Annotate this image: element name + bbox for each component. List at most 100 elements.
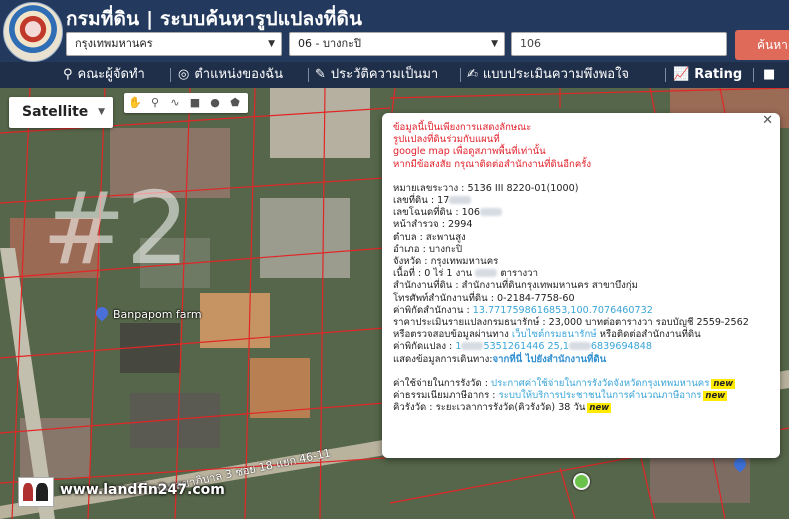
- redacted-blur: [479, 208, 502, 217]
- route-link[interactable]: จากที่นี่ ไปยังสำนักงานที่ดิน: [493, 354, 607, 365]
- hand-pan-icon[interactable]: ✋: [127, 95, 143, 111]
- polyline-tool-icon[interactable]: ∿: [167, 95, 183, 111]
- drawing-toolbar: ✋ ⚲ ∿ ■ ● ⬟: [124, 93, 248, 113]
- square-icon: ■: [763, 67, 776, 82]
- edit-form-icon: ✍: [467, 67, 478, 82]
- warning-line: ข้อมูลนี้เป็นเพียงการแสดงลักษณะ: [393, 122, 532, 133]
- nav-item-label: ตำแหน่งของฉัน: [194, 67, 284, 82]
- pen-icon: ✎: [315, 67, 326, 82]
- nav-separator: [460, 68, 461, 82]
- redacted-blur: [568, 342, 591, 351]
- rectangle-tool-icon[interactable]: ■: [187, 95, 203, 111]
- new-badge: new: [703, 391, 728, 402]
- nav-separator: [308, 68, 309, 82]
- map-sheet: หมายเลขระวาง : 5136 III 8220-01(1000): [393, 182, 579, 194]
- queue-text: คิวรังวัด : ระยะเวลาการรังวัด(คิวรังวัด)…: [393, 402, 586, 414]
- chevron-down-icon: ▼: [491, 39, 498, 49]
- route-info: แสดงข้อมูลการเดินทาง:จากที่นี่ ไปยังสำนั…: [393, 354, 771, 366]
- fee-label: ค่าใช้จ่ายในการรังวัด :: [393, 377, 488, 389]
- parcel-info-popup: ✕ ข้อมูลนี้เป็นเพียงการแสดงลักษณะ รูปแปล…: [382, 113, 780, 458]
- polygon-tool-icon[interactable]: ⬟: [227, 95, 243, 111]
- parcel-marker-icon[interactable]: [573, 473, 590, 490]
- nav-item-rating[interactable]: 📈 Rating: [673, 62, 742, 88]
- deed-number-text: เลขโฉนดที่ดิน : 106: [393, 207, 480, 219]
- close-icon[interactable]: ✕: [762, 114, 773, 127]
- land-office: สำนักงานที่ดิน : สำนักงานที่ดินกรุงเทพมห…: [393, 280, 638, 292]
- route-prefix: แสดงข้อมูลการเดินทาง:: [393, 353, 493, 365]
- warning-line: รูปแปลงที่ดินร่วมกับแผนที่: [393, 134, 500, 146]
- office-coord-link[interactable]: 13.7717598616853,100.7076460732: [473, 305, 653, 316]
- land-number: เลขที่ดิน : 17: [393, 195, 771, 207]
- nav-item-survey[interactable]: ✍ แบบประเมินความพึงพอใจ: [467, 62, 629, 88]
- parcel-number-input[interactable]: 106: [511, 32, 727, 56]
- district-select[interactable]: 06 - บางกะปิ ▼: [289, 32, 505, 56]
- team-icon: ⚲: [63, 67, 73, 82]
- chart-icon: 📈: [673, 67, 690, 82]
- office-coord-label: ค่าพิกัดสำนักงาน :: [393, 304, 470, 316]
- district-select-value: 06 - บางกะปิ: [298, 37, 362, 50]
- map-pin-icon: [93, 304, 111, 322]
- province: จังหวัด : กรุงเทพมหานคร: [393, 256, 499, 268]
- parcel-coord-link[interactable]: 6839694848: [591, 341, 652, 352]
- fee-link[interactable]: ประกาศค่าใช้จ่ายในการรังวัดจังหวัดกรุงเท…: [491, 378, 709, 389]
- site-logo-icon: [18, 477, 54, 507]
- map-type-select[interactable]: Satellite ▼: [9, 97, 113, 128]
- price-assessment: ราคาประเมินรายแปลงกรมธนารักษ์ : 23,000 บ…: [393, 317, 749, 329]
- nav-item-label: Rating: [694, 67, 743, 82]
- office-coordinates: ค่าพิกัดสำนักงาน : 13.7717598616853,100.…: [393, 305, 771, 317]
- site-url: www.landfin247.com: [60, 482, 225, 498]
- nav-item-team[interactable]: ⚲ คณะผู้จัดทำ: [63, 62, 145, 88]
- redacted-blur: [461, 342, 484, 351]
- circle-tool-icon[interactable]: ●: [207, 95, 223, 111]
- warning-line: หากมีข้อสงสัย กรุณาติดต่อสำนักงานที่ดินอ…: [393, 158, 592, 170]
- land-number-text: เลขที่ดิน : 17: [393, 195, 450, 207]
- department-logo-icon: [3, 2, 63, 62]
- marker-tool-icon[interactable]: ⚲: [147, 95, 163, 111]
- search-button[interactable]: ค้นหา: [735, 30, 789, 60]
- new-badge: new: [711, 378, 736, 389]
- deed-number: เลขโฉนดที่ดิน : 106: [393, 207, 771, 219]
- survey-queue: คิวรังวัด : ระยะเวลาการรังวัด(คิวรังวัด)…: [393, 402, 771, 414]
- nav-separator: [170, 68, 171, 82]
- subdistrict: ตำบล : สะพานสูง: [393, 231, 466, 243]
- tax-link[interactable]: ระบบให้บริการประชาชนในการคำนวณภาษีอากร: [499, 390, 702, 401]
- province-select-value: กรุงเทพมหานคร: [75, 37, 153, 50]
- new-badge: new: [587, 403, 612, 414]
- chevron-down-icon: ▼: [98, 107, 105, 117]
- parcel-coord-label: ค่าพิกัดแปลง :: [393, 341, 453, 353]
- nav-item-more[interactable]: ■: [763, 62, 780, 88]
- tax-label: ค่าธรรมเนียมภาษีอากร :: [393, 390, 496, 402]
- page-title: กรมที่ดิน | ระบบค้นหารูปแปลงที่ดิน: [66, 8, 363, 30]
- nav-separator: [753, 68, 754, 82]
- area-suffix: ตารางวา: [500, 268, 538, 280]
- survey-page: หน้าสำรวจ : 2994: [393, 219, 473, 231]
- check-prefix: หรือตรวจสอบข้อมูลผ่านทาง: [393, 329, 509, 341]
- map-type-value: Satellite: [22, 104, 89, 120]
- nav-item-history[interactable]: ✎ ประวัติความเป็นมา: [315, 62, 438, 88]
- nav-item-my-location[interactable]: ◎ ตำแหน่งของฉัน: [178, 62, 283, 88]
- main-nav: ⚲ คณะผู้จัดทำ ◎ ตำแหน่งของฉัน ✎ ประวัติความ…: [0, 62, 789, 88]
- area: เนื้อที่ : 0 ไร่ 1 งาน ตารางวา: [393, 268, 771, 280]
- check-suffix: หรือติดต่อสำนักงานที่ดิน: [599, 329, 701, 341]
- image-watermark: #2: [42, 170, 190, 287]
- app-header: กรมที่ดิน | ระบบค้นหารูปแปลงที่ดิน กรุงเ…: [0, 0, 789, 62]
- logo-figure-left: [23, 483, 33, 501]
- poi-marker[interactable]: Banpapom farm: [93, 304, 202, 322]
- province-select[interactable]: กรุงเทพมหานคร ▼: [66, 32, 282, 56]
- nav-item-label: คณะผู้จัดทำ: [77, 67, 145, 82]
- treasury-website-link[interactable]: เว็บไซต์กรมธนารักษ์: [512, 329, 597, 340]
- globe-icon: ◎: [178, 67, 190, 82]
- warning-line: google map เพื่อดูสภาพพื้นที่เท่านั้น: [393, 146, 546, 158]
- office-phone: โทรศัพท์สำนักงานที่ดิน : 0-2184-7758-60: [393, 292, 575, 304]
- parcel-coordinates: ค่าพิกัดแปลง : 1 5351261446 25,1 683969484…: [393, 341, 771, 353]
- area-prefix: เนื้อที่ : 0 ไร่ 1 งาน: [393, 268, 473, 280]
- district: อำเภอ : บางกะปิ: [393, 243, 463, 255]
- logo-figure-right: [36, 483, 48, 501]
- warning-text: ข้อมูลนี้เป็นเพียงการแสดงลักษณะ รูปแปลงท…: [393, 122, 771, 171]
- tax-fee: ค่าธรรมเนียมภาษีอากร : ระบบให้บริการประช…: [393, 390, 771, 402]
- parcel-coord-link[interactable]: 5351261446 25,1: [483, 341, 568, 352]
- poi-label: Banpapom farm: [113, 308, 202, 321]
- survey-fee: ค่าใช้จ่ายในการรังวัด : ประกาศค่าใช้จ่าย…: [393, 378, 771, 390]
